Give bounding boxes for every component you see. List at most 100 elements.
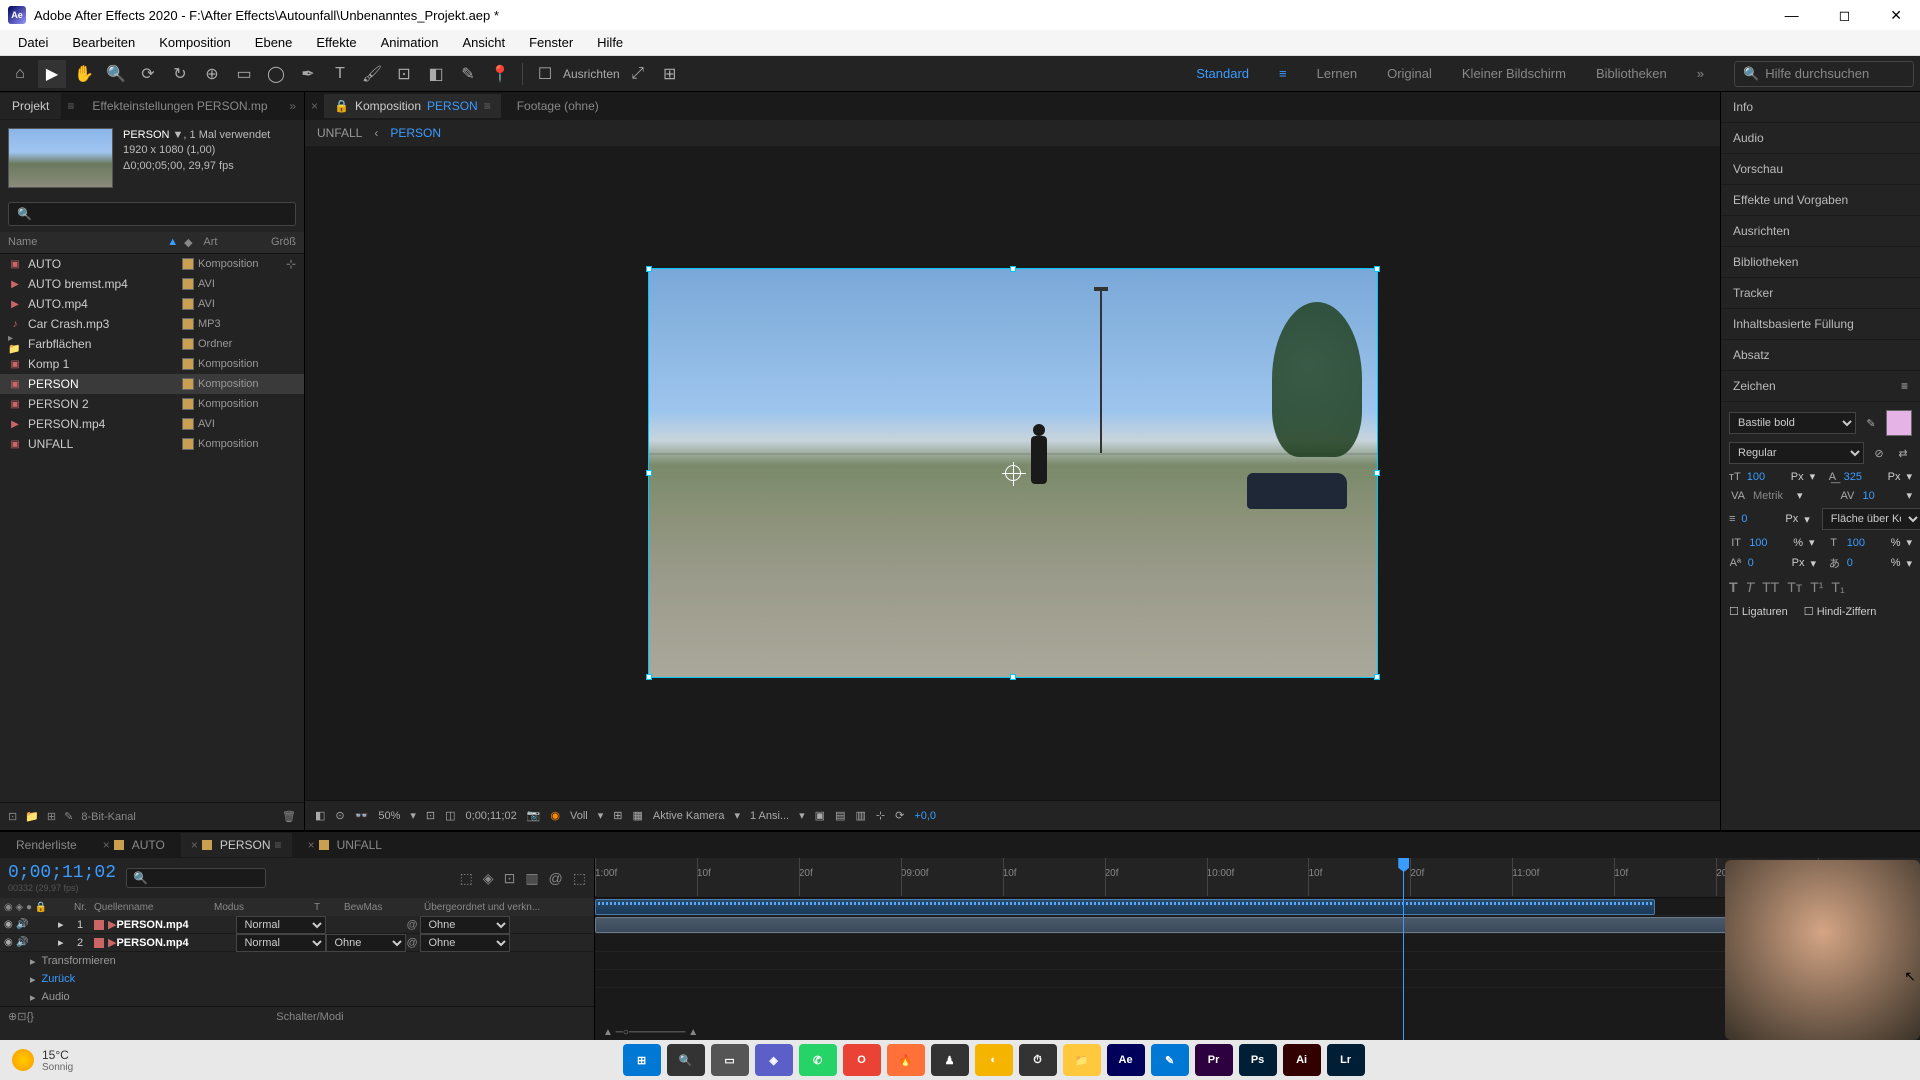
parent-select[interactable]: Ohne bbox=[420, 916, 510, 934]
eye-icon[interactable]: ◉ bbox=[4, 919, 16, 930]
workspace-menu-icon[interactable]: ≡ bbox=[1279, 66, 1287, 81]
taskbar-app[interactable]: Pr bbox=[1195, 1044, 1233, 1076]
timecode[interactable]: 0;00;11;02 bbox=[466, 810, 517, 822]
panel-inhaltsbasierte-füllung[interactable]: Inhaltsbasierte Füllung bbox=[1721, 309, 1920, 340]
menu-komposition[interactable]: Komposition bbox=[147, 31, 243, 54]
workspace-standard[interactable]: Standard bbox=[1196, 66, 1249, 81]
tl-icon-6[interactable]: ⬚ bbox=[573, 870, 586, 887]
workspace-small[interactable]: Kleiner Bildschirm bbox=[1462, 66, 1566, 81]
project-item[interactable]: ♪Car Crash.mp3MP3 bbox=[0, 314, 304, 334]
tl-icon-5[interactable]: @ bbox=[549, 870, 563, 887]
bold-button[interactable]: T bbox=[1729, 579, 1738, 595]
menu-hilfe[interactable]: Hilfe bbox=[585, 31, 635, 54]
taskbar-app[interactable]: ▭ bbox=[711, 1044, 749, 1076]
crumb-person[interactable]: PERSON bbox=[390, 126, 441, 140]
taskbar-app[interactable]: ◈ bbox=[755, 1044, 793, 1076]
stroke-option-select[interactable]: Fläche über Kon... bbox=[1822, 508, 1920, 530]
eyedropper-icon[interactable]: ✎ bbox=[1862, 417, 1880, 430]
project-item[interactable]: ▣PERSON 2Komposition bbox=[0, 394, 304, 414]
menu-ansicht[interactable]: Ansicht bbox=[450, 31, 517, 54]
taskbar-app[interactable]: Ps bbox=[1239, 1044, 1277, 1076]
project-item[interactable]: ▣UNFALLKomposition bbox=[0, 434, 304, 454]
close-button[interactable]: ✕ bbox=[1880, 3, 1912, 28]
taskbar-app[interactable]: 🔥 bbox=[887, 1044, 925, 1076]
resolution[interactable]: Voll bbox=[570, 810, 588, 822]
help-search[interactable]: 🔍 Hilfe durchsuchen bbox=[1734, 61, 1914, 87]
col-label-icon[interactable]: ◆ bbox=[184, 236, 203, 249]
panel-ausrichten[interactable]: Ausrichten bbox=[1721, 216, 1920, 247]
track-matte-select[interactable]: Ohne bbox=[326, 934, 406, 952]
snap-options-icon[interactable]: ⤢ bbox=[624, 60, 652, 88]
menu-ebene[interactable]: Ebene bbox=[243, 31, 305, 54]
baseline[interactable]: 0 bbox=[1748, 557, 1786, 569]
eye-icon[interactable]: ◉ bbox=[4, 937, 16, 948]
clip-layer-2[interactable] bbox=[595, 917, 1907, 933]
text-tool[interactable]: T bbox=[326, 60, 354, 88]
views[interactable]: 1 Ansi... bbox=[750, 810, 789, 822]
tab-menu-icon[interactable]: ≡ bbox=[484, 99, 491, 113]
snap-checkbox[interactable]: ☐ bbox=[531, 60, 559, 88]
superscript-button[interactable]: T¹ bbox=[1810, 579, 1823, 595]
taskbar-app[interactable]: ⏱ bbox=[1019, 1044, 1057, 1076]
subscript-button[interactable]: T₁ bbox=[1831, 579, 1844, 595]
timeline-tracks[interactable]: 1:00f10f20f09:00f10f20f10:00f10f20f11:00… bbox=[595, 858, 1920, 1040]
tab-footage[interactable]: Footage (ohne) bbox=[507, 94, 609, 118]
handle-tr[interactable] bbox=[1374, 266, 1380, 272]
tab-composition[interactable]: 🔒 Komposition PERSON ≡ bbox=[324, 94, 501, 118]
orbit-tool[interactable]: ⟳ bbox=[134, 60, 162, 88]
grid-toggle-icon[interactable]: ⊞ bbox=[613, 809, 622, 822]
workspace-overflow-icon[interactable]: » bbox=[1697, 66, 1704, 81]
view2-icon[interactable]: ▤ bbox=[835, 809, 845, 822]
col-type[interactable]: Art bbox=[203, 236, 271, 249]
taskbar-app[interactable]: Ai bbox=[1283, 1044, 1321, 1076]
playhead[interactable] bbox=[1403, 858, 1404, 1040]
tab-project-menu-icon[interactable]: ≡ bbox=[61, 99, 80, 113]
taskbar-app[interactable]: ✆ bbox=[799, 1044, 837, 1076]
snapshot-icon[interactable]: 📷 bbox=[527, 809, 541, 822]
panel-menu-icon[interactable]: ≡ bbox=[1901, 379, 1908, 393]
color-icon[interactable]: ◉ bbox=[550, 809, 560, 822]
stamp-tool[interactable]: ⊡ bbox=[390, 60, 418, 88]
guides-icon[interactable]: ▦ bbox=[633, 809, 643, 822]
menu-fenster[interactable]: Fenster bbox=[517, 31, 585, 54]
ellipse-tool[interactable]: ◯ bbox=[262, 60, 290, 88]
project-item[interactable]: ▶AUTO.mp4AVI bbox=[0, 294, 304, 314]
grid-icon[interactable]: ⊞ bbox=[656, 60, 684, 88]
tl-icon-1[interactable]: ⬚ bbox=[460, 870, 473, 887]
swap-color-icon[interactable]: ⇄ bbox=[1894, 447, 1912, 460]
workspace-learn[interactable]: Lernen bbox=[1317, 66, 1357, 81]
panel-effekte-und-vorgaben[interactable]: Effekte und Vorgaben bbox=[1721, 185, 1920, 216]
handle-mr[interactable] bbox=[1374, 470, 1380, 476]
trash-icon[interactable]: 🗑 bbox=[282, 810, 296, 823]
bit-depth[interactable]: 8-Bit-Kanal bbox=[81, 811, 135, 823]
tracking[interactable]: 10 bbox=[1862, 490, 1900, 502]
adjust-icon[interactable]: ✎ bbox=[64, 810, 73, 823]
zoom-value[interactable]: 50% bbox=[378, 810, 400, 822]
menu-effekte[interactable]: Effekte bbox=[304, 31, 368, 54]
hscale[interactable]: 100 bbox=[1847, 537, 1885, 549]
pen-tool[interactable]: ✒ bbox=[294, 60, 322, 88]
tabs-overflow-icon[interactable]: » bbox=[281, 99, 304, 113]
panel-info[interactable]: Info bbox=[1721, 92, 1920, 123]
timeline-tab-person[interactable]: × PERSON ≡ bbox=[181, 833, 292, 857]
font-family-select[interactable]: Bastile bold bbox=[1729, 412, 1856, 434]
layer-row[interactable]: ◉🔊▸1▶PERSON.mp4Normal@Ohne bbox=[0, 916, 594, 934]
vscale[interactable]: 100 bbox=[1749, 537, 1787, 549]
home-icon[interactable]: ⌂ bbox=[6, 60, 34, 88]
taskbar-app[interactable]: O bbox=[843, 1044, 881, 1076]
brush-tool[interactable]: 🖌 bbox=[358, 60, 386, 88]
project-search[interactable]: 🔍 bbox=[8, 202, 296, 226]
weather-widget[interactable]: 15°C Sonnig bbox=[12, 1048, 73, 1073]
timeline-tab-unfall[interactable]: × UNFALL bbox=[298, 833, 392, 857]
channel-icon[interactable]: ⊙ bbox=[335, 809, 344, 822]
tl-icon-4[interactable]: ▥ bbox=[525, 870, 538, 887]
exposure[interactable]: +0,0 bbox=[914, 810, 936, 822]
project-item[interactable]: ▣AUTOKomposition⊹ bbox=[0, 254, 304, 274]
panel-zeichen[interactable]: Zeichen≡ bbox=[1721, 371, 1920, 402]
property-row[interactable]: ▸Transformieren bbox=[0, 952, 594, 970]
current-timecode[interactable]: 0;00;11;02 bbox=[8, 863, 116, 883]
hindi-checkbox[interactable]: ☐ Hindi-Ziffern bbox=[1804, 605, 1877, 618]
panel-tracker[interactable]: Tracker bbox=[1721, 278, 1920, 309]
speaker-icon[interactable]: 🔊 bbox=[16, 919, 28, 930]
project-item[interactable]: ▣Komp 1Komposition bbox=[0, 354, 304, 374]
